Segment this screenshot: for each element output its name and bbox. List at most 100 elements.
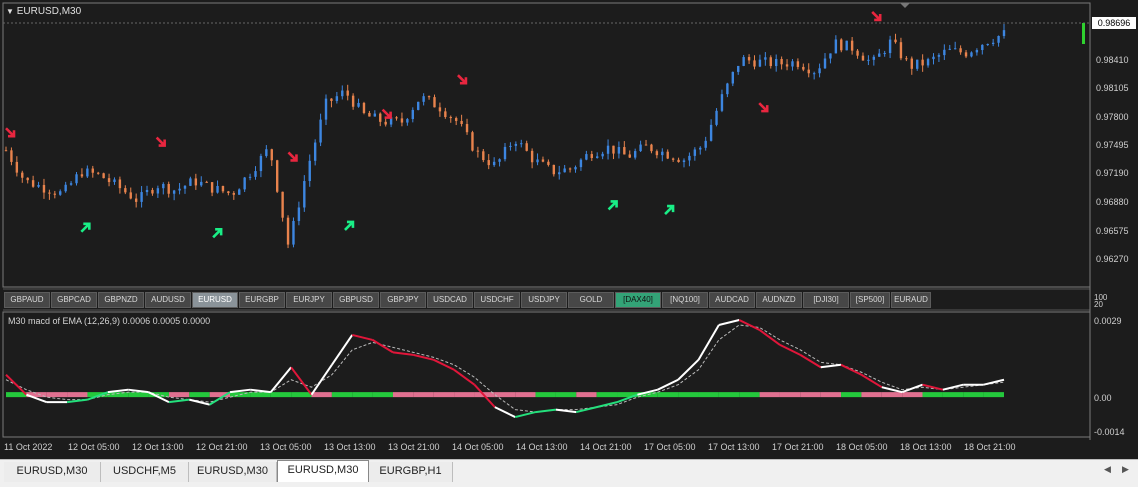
symbol-button[interactable]: GBPJPY [380, 292, 426, 308]
candle-body [102, 173, 105, 179]
symbol-button[interactable]: USDCHF [474, 292, 520, 308]
scroll-left-button[interactable]: ◀ [1104, 464, 1111, 475]
candle-body [286, 217, 290, 245]
candle-body [373, 113, 377, 117]
symbol-button[interactable]: GBPNZD [98, 292, 144, 308]
candle-body [802, 66, 805, 70]
candle-body [91, 168, 94, 173]
scroll-right-button[interactable]: ▶ [1122, 464, 1129, 475]
candle-body [677, 159, 680, 163]
subwindow-tick-low: 20 [1094, 300, 1103, 309]
time-tick-label: 12 Oct 13:00 [132, 442, 184, 452]
buy-arrow-icon [80, 222, 91, 233]
price-tick-label: 0.96880 [1096, 197, 1129, 208]
candle-body [37, 184, 40, 187]
candle-body [162, 183, 165, 189]
candle-body [248, 176, 252, 178]
buy-arrow-icon [212, 228, 223, 239]
indicator-tick-label: -0.0014 [1094, 427, 1125, 437]
candle-body [183, 185, 187, 189]
candle-body [406, 119, 409, 123]
symbol-button[interactable]: [DAX40] [615, 292, 661, 308]
buy-arrow-icon [664, 204, 675, 216]
signal-line [5, 324, 1005, 413]
chart-canvas[interactable] [0, 0, 1138, 486]
candle-body [682, 160, 686, 163]
candle-body [281, 191, 284, 218]
symbol-button[interactable]: USDJPY [521, 292, 567, 308]
candle-body [606, 145, 610, 154]
symbol-button[interactable]: EURUSD [192, 292, 238, 308]
candle-body [693, 149, 697, 156]
symbol-button[interactable]: [NQ100] [662, 292, 708, 308]
candle-body [465, 124, 469, 133]
candle-body [362, 102, 366, 113]
symbol-button[interactable]: EURGBP [239, 292, 285, 308]
shift-marker-icon[interactable] [900, 3, 910, 8]
chart-tab[interactable]: USDCHF,M5 [101, 462, 189, 482]
time-tick-label: 18 Oct 13:00 [900, 442, 952, 452]
symbol-button[interactable]: GBPAUD [4, 292, 50, 308]
macd-line-segment [514, 411, 536, 419]
symbol-button[interactable]: AUDUSD [145, 292, 191, 308]
candle-body [547, 161, 550, 165]
chart-menu-icon[interactable]: ▼ [6, 7, 14, 16]
candle-body [720, 94, 724, 111]
candle-body [308, 160, 311, 182]
macd-line-segment [5, 374, 28, 396]
symbol-button[interactable]: [SP500] [850, 292, 890, 308]
symbol-button[interactable]: GBPUSD [333, 292, 379, 308]
symbol-button[interactable]: EURJPY [286, 292, 332, 308]
candle-body [867, 59, 870, 61]
buy-arrow-icon [607, 200, 618, 211]
candle-body [151, 189, 154, 194]
chart-tab[interactable]: EURGBP,H1 [369, 462, 453, 482]
candle-body [916, 59, 919, 69]
candle-body [42, 184, 46, 193]
symbol-button[interactable]: USDCAD [427, 292, 473, 308]
candle-body [812, 73, 816, 75]
symbol-button[interactable]: GBPCAD [51, 292, 97, 308]
time-tick-label: 14 Oct 05:00 [452, 442, 504, 452]
candle-body [303, 181, 306, 208]
chart-tab[interactable]: EURUSD,M30 [4, 462, 101, 482]
candle-body [921, 59, 924, 66]
macd-line-segment [881, 386, 903, 394]
macd-line-segment [229, 388, 251, 394]
candle-body [910, 58, 913, 69]
time-tick-label: 17 Oct 13:00 [708, 442, 760, 452]
candle-body [379, 113, 382, 122]
candle-body [617, 147, 621, 154]
price-tick-label: 0.98410 [1096, 54, 1129, 65]
symbol-button[interactable]: EURAUD [891, 292, 931, 308]
candle-body [834, 39, 838, 54]
candle-body [210, 182, 214, 193]
candle-body [64, 184, 67, 192]
candle-body [525, 143, 528, 151]
candle-body [601, 153, 604, 157]
symbol-button[interactable]: GOLD [568, 292, 614, 308]
candle-body [1002, 30, 1006, 36]
chart-tab[interactable]: EURUSD,M30 [189, 462, 277, 482]
macd-line-segment [840, 363, 862, 376]
chart-tab[interactable]: EURUSD,M30 [277, 460, 369, 482]
candle-body [427, 96, 431, 98]
candle-body [335, 96, 339, 101]
candle-body [774, 59, 778, 67]
candle-body [655, 151, 659, 156]
candle-body [959, 48, 962, 53]
time-tick-label: 17 Oct 05:00 [644, 442, 696, 452]
sell-arrow-icon [155, 136, 166, 147]
macd-line-segment [820, 363, 842, 369]
symbol-button[interactable]: [DJI30] [803, 292, 849, 308]
symbol-button[interactable]: AUDCAD [709, 292, 755, 308]
macd-line-segment [331, 334, 354, 366]
candle-body [780, 59, 783, 65]
candle-body [530, 150, 534, 163]
time-tick-label: 18 Oct 05:00 [836, 442, 888, 452]
candle-body [628, 154, 631, 158]
time-tick-label: 13 Oct 05:00 [260, 442, 312, 452]
candle-body [444, 111, 447, 118]
symbol-button[interactable]: AUDNZD [756, 292, 802, 308]
trading-terminal: ▼ EURUSD,M30 0.98696 0.98410 0.98105 0.978… [0, 0, 1138, 487]
